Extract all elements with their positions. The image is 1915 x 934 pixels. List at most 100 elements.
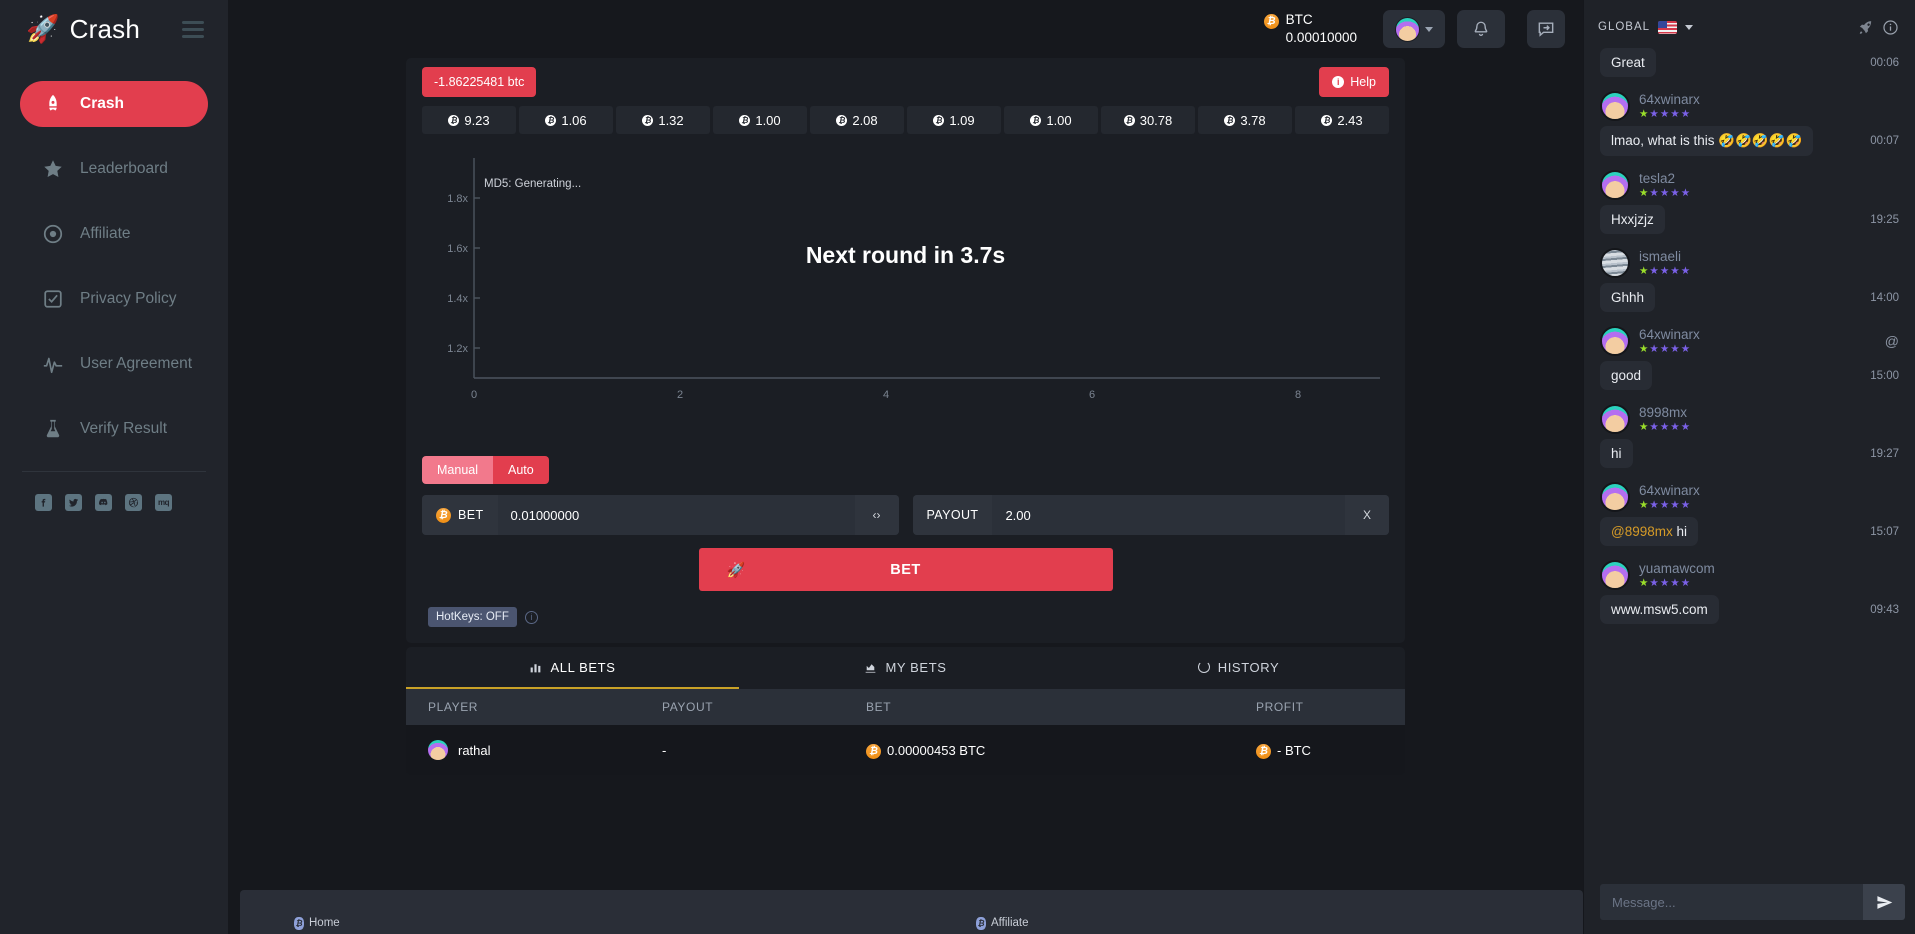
payout-clear-button[interactable]: X [1345,495,1389,535]
place-bet-button[interactable]: 🚀 BET [699,548,1113,591]
footer-link-affiliate[interactable]: ₿ Affiliate [976,912,1029,934]
mq-icon[interactable]: mq [155,494,172,511]
info-icon: i [1332,76,1344,88]
notifications-button[interactable] [1457,10,1505,48]
y-tick-label: 1.8x [447,193,468,205]
sidebar: 🚀 Crash Crash Leaderboard [0,0,228,934]
history-value: 1.32 [658,113,683,128]
message-text-with-mention: @8998mx hi [1600,517,1698,546]
history-chip[interactable]: ₿ 1.00 [1004,106,1098,134]
chat-toggle-button[interactable] [1527,10,1565,48]
tab-history[interactable]: HISTORY [1072,647,1405,689]
sidebar-item-crash[interactable]: Crash [20,81,208,127]
main-column: ₿ BTC 0.00010000 -1.86225481 btc [228,0,1583,934]
footer: ₿ Home ₿ Affiliate [240,890,1583,934]
message-author[interactable]: tesla2 ★★★★★ [1600,170,1899,200]
sidebar-item-privacy-policy[interactable]: Privacy Policy [20,276,208,322]
avatar [1600,326,1630,356]
sidebar-item-label: Crash [80,95,124,113]
footer-link-label: Affiliate [991,917,1029,929]
help-button[interactable]: i Help [1319,67,1389,97]
sidebar-item-label: Affiliate [80,225,131,243]
chevron-down-icon[interactable] [1685,25,1693,30]
discord-icon[interactable] [95,494,112,511]
chat-scope-label: GLOBAL [1598,21,1650,33]
us-flag-icon[interactable] [1658,21,1677,34]
column-header-profit: PROFIT [1256,700,1405,714]
rocket-icon[interactable] [1857,19,1874,36]
mode-manual-tab[interactable]: Manual [422,456,493,484]
btc-coin-icon: ₿ [1030,115,1041,126]
history-chip[interactable]: ₿30.78 [1101,106,1195,134]
info-icon[interactable]: i [525,611,538,624]
history-chip[interactable]: ₿9.23 [422,106,516,134]
hotkeys-toggle[interactable]: HotKeys: OFF [428,607,517,627]
md5-label: MD5: Generating... [484,178,581,190]
chat-message: 64xwinarx ★★★★★ @ good 15:00 [1600,326,1899,390]
rank-stars: ★★★★★ [1639,578,1715,589]
rank-stars: ★★★★★ [1639,188,1690,199]
twitter-icon[interactable] [65,494,82,511]
sidebar-item-user-agreement[interactable]: User Agreement [20,341,208,387]
mode-auto-tab[interactable]: Auto [493,456,549,484]
info-icon[interactable] [1882,19,1899,36]
balance-display[interactable]: ₿ BTC 0.00010000 [1264,11,1357,47]
table-row[interactable]: rathal - ₿ 0.00000453 BTC ₿ - BTC [406,725,1405,775]
balance-currency: BTC [1286,11,1357,29]
chat-message: 8998mx ★★★★★ hi 19:27 [1600,404,1899,468]
message-author[interactable]: 64xwinarx ★★★★★ [1600,91,1899,121]
bets-table-header: PLAYER PAYOUT BET PROFIT [406,689,1405,725]
bet-swap-button[interactable]: ‹› [855,495,899,535]
history-value: 1.00 [1046,113,1071,128]
bet-label-text: BET [458,508,484,522]
sidebar-item-verify-result[interactable]: Verify Result [20,406,208,452]
chat-input-row [1584,874,1915,934]
history-chip[interactable]: ₿2.43 [1295,106,1389,134]
tab-my-bets[interactable]: MY BETS [739,647,1072,689]
mention-icon[interactable]: @ [1885,333,1899,349]
message-text: Ghhh [1600,283,1655,312]
mention-target[interactable]: @8998mx [1611,524,1673,539]
tab-all-bets[interactable]: ALL BETS [406,647,739,689]
btc-coin-icon: ₿ [1224,115,1235,126]
payout-input[interactable] [992,495,1345,535]
message-username: 64xwinarx [1639,327,1700,342]
footer-link-home[interactable]: ₿ Home [294,912,976,934]
bet-label: ₿ BET [422,495,498,535]
x-tick-label: 0 [471,389,477,401]
history-value: 2.08 [852,113,877,128]
message-author[interactable]: yuamawcom ★★★★★ [1600,560,1899,590]
message-author[interactable]: ismaeli ★★★★★ [1600,248,1899,278]
history-chip[interactable]: ₿1.00 [713,106,807,134]
game-panel-wrap: -1.86225481 btc i Help ₿9.23 ₿1.06 ₿1.32… [228,58,1583,643]
bet-fields: ₿ BET ‹› PAYOUT X [422,495,1389,535]
chat-messages[interactable]: Great 00:06 64xwinarx ★★★★★ lmao, what i… [1584,44,1915,874]
chat-message: tesla2 ★★★★★ Hxxjzjz 19:25 [1600,170,1899,234]
help-label: Help [1350,75,1376,89]
history-chip[interactable]: ₿ 2.08 [810,106,904,134]
message-author[interactable]: 64xwinarx ★★★★★ @ [1600,326,1899,356]
bet-amount-input[interactable] [498,495,855,535]
avatar [1600,170,1630,200]
sidebar-item-affiliate[interactable]: Affiliate [20,211,208,257]
user-menu-button[interactable] [1383,10,1445,48]
facebook-icon[interactable] [35,494,52,511]
history-chip[interactable]: ₿1.06 [519,106,613,134]
chat-message-input[interactable] [1600,884,1863,920]
sidebar-item-label: Privacy Policy [80,290,176,308]
hamburger-menu-icon[interactable] [182,21,204,38]
message-author[interactable]: 8998mx ★★★★★ [1600,404,1899,434]
btc-coin-icon: ₿ [836,115,847,126]
cell-profit: ₿ - BTC [1256,741,1405,759]
sidebar-item-leaderboard[interactable]: Leaderboard [20,146,208,192]
btc-coin-icon: ₿ [1321,115,1332,126]
social-links: mq [0,472,228,511]
column-header-payout: PAYOUT [662,700,866,714]
message-author[interactable]: 64xwinarx ★★★★★ [1600,482,1899,512]
message-username: 64xwinarx [1639,92,1700,107]
send-message-button[interactable] [1863,884,1905,920]
history-chip[interactable]: ₿1.09 [907,106,1001,134]
history-chip[interactable]: ₿3.78 [1198,106,1292,134]
history-chip[interactable]: ₿1.32 [616,106,710,134]
dribbble-icon[interactable] [125,494,142,511]
